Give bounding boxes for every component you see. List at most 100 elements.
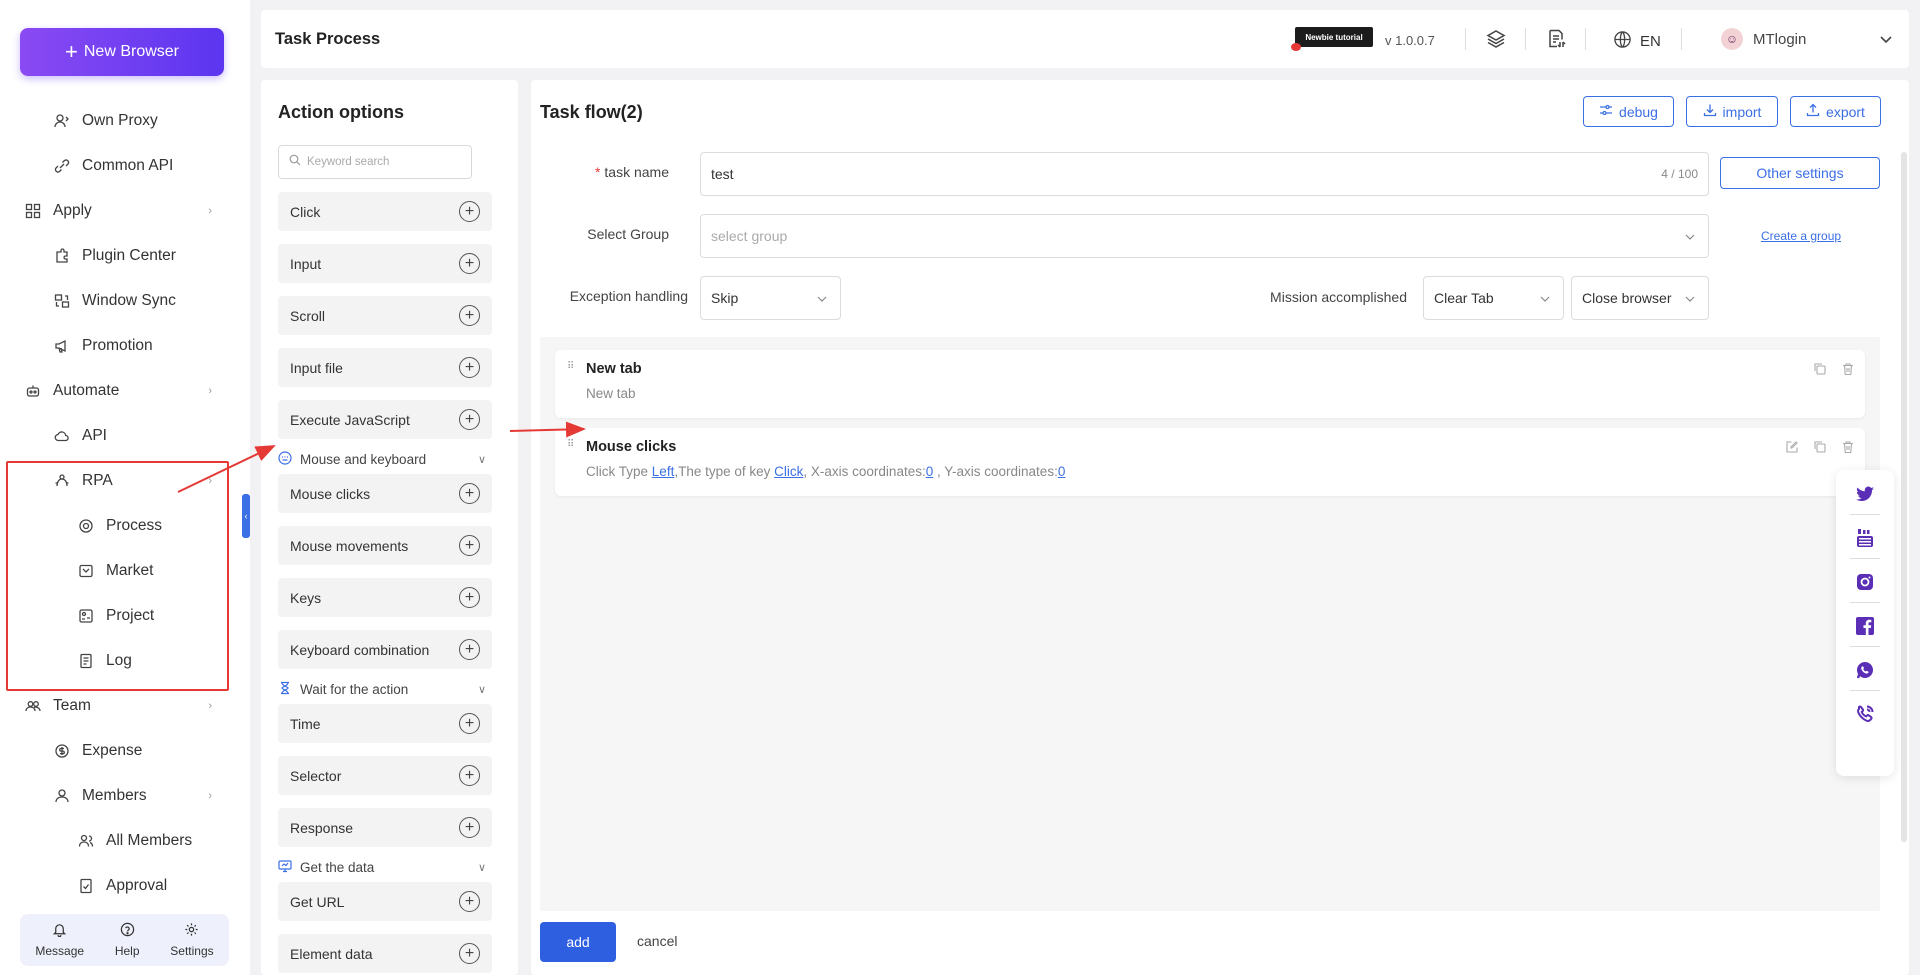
import-button[interactable]: import xyxy=(1686,96,1778,127)
x-axis-link[interactable]: 0 xyxy=(926,464,934,479)
edit-icon[interactable] xyxy=(1785,440,1799,459)
action-click[interactable]: Click + xyxy=(278,192,492,231)
flow-step-card[interactable]: ⠿ Mouse clicks Click Type Left,The type … xyxy=(555,428,1865,496)
debug-button[interactable]: debug xyxy=(1583,96,1674,127)
add-circle-icon[interactable]: + xyxy=(459,587,480,608)
y-axis-link[interactable]: 0 xyxy=(1058,464,1066,479)
sidebar-item-project[interactable]: Project xyxy=(0,593,250,638)
add-circle-icon[interactable]: + xyxy=(459,483,480,504)
add-circle-icon[interactable]: + xyxy=(459,253,480,274)
search-input[interactable] xyxy=(307,156,467,168)
copy-icon[interactable] xyxy=(1813,362,1827,381)
mission-close-browser-select[interactable]: Close browser xyxy=(1571,276,1709,320)
exception-handling-select[interactable]: Skip xyxy=(700,276,841,320)
sidebar-item-approval[interactable]: Approval xyxy=(0,863,250,908)
cancel-button[interactable]: cancel xyxy=(637,933,677,949)
phone-icon[interactable] xyxy=(1853,702,1877,726)
action-response[interactable]: Response + xyxy=(278,808,492,847)
instagram-icon[interactable] xyxy=(1853,570,1877,594)
settings-button[interactable]: Settings xyxy=(170,922,214,958)
add-circle-icon[interactable]: + xyxy=(459,765,480,786)
add-circle-icon[interactable]: + xyxy=(459,713,480,734)
add-circle-icon[interactable]: + xyxy=(459,891,480,912)
action-selector[interactable]: Selector + xyxy=(278,756,492,795)
new-browser-button[interactable]: + New Browser xyxy=(20,28,224,76)
action-get-url[interactable]: Get URL + xyxy=(278,882,492,921)
action-input-file[interactable]: Input file + xyxy=(278,348,492,387)
action-keys[interactable]: Keys + xyxy=(278,578,492,617)
youtube-icon[interactable] xyxy=(1853,526,1877,550)
task-name-input[interactable]: test 4 / 100 xyxy=(700,152,1709,196)
click-type-link[interactable]: Left xyxy=(652,464,675,479)
bell-icon xyxy=(52,922,67,940)
add-button[interactable]: add xyxy=(540,922,616,962)
layers-icon[interactable] xyxy=(1485,28,1507,50)
add-circle-icon[interactable]: + xyxy=(459,409,480,430)
sidebar-item-api[interactable]: API xyxy=(0,413,250,458)
message-button[interactable]: Message xyxy=(35,922,84,958)
facebook-icon[interactable] xyxy=(1853,614,1877,638)
sidebar-item-apply[interactable]: Apply › xyxy=(0,188,250,233)
action-time[interactable]: Time + xyxy=(278,704,492,743)
select-group-dropdown[interactable]: select group xyxy=(700,214,1709,258)
scrollbar[interactable] xyxy=(1901,152,1907,842)
language-selector[interactable]: EN xyxy=(1613,30,1661,53)
add-circle-icon[interactable]: + xyxy=(459,305,480,326)
keyword-search[interactable] xyxy=(278,145,472,179)
chevron-down-icon: ∨ xyxy=(477,861,486,874)
flow-step-card[interactable]: ⠿ New tab New tab xyxy=(555,350,1865,418)
sidebar-item-members[interactable]: Members › xyxy=(0,773,250,818)
export-button[interactable]: export xyxy=(1790,96,1881,127)
section-mouse-and-keyboard[interactable]: Mouse and keyboard ∨ xyxy=(278,448,492,470)
user-menu[interactable]: ☺ MTlogin xyxy=(1721,28,1806,50)
trash-icon[interactable] xyxy=(1841,362,1855,381)
other-settings-button[interactable]: Other settings xyxy=(1720,157,1880,189)
chevron-down-icon xyxy=(816,292,828,304)
sidebar-item-common-api[interactable]: Common API xyxy=(0,143,250,188)
action-scroll[interactable]: Scroll + xyxy=(278,296,492,335)
action-mouse-movements[interactable]: Mouse movements + xyxy=(278,526,492,565)
whatsapp-icon[interactable] xyxy=(1853,658,1877,682)
action-execute-javascript[interactable]: Execute JavaScript + xyxy=(278,400,492,439)
action-input[interactable]: Input + xyxy=(278,244,492,283)
add-circle-icon[interactable]: + xyxy=(459,357,480,378)
sidebar-item-own-proxy[interactable]: Own Proxy xyxy=(0,98,250,143)
action-keyboard-combination[interactable]: Keyboard combination + xyxy=(278,630,492,669)
help-button[interactable]: Help xyxy=(115,922,140,958)
section-label: Mouse and keyboard xyxy=(300,451,427,467)
sidebar-item-team[interactable]: Team › xyxy=(0,683,250,728)
document-sync-icon[interactable] xyxy=(1545,28,1567,50)
section-get-the-data[interactable]: Get the data ∨ xyxy=(278,856,492,878)
add-circle-icon[interactable]: + xyxy=(459,535,480,556)
sidebar-item-promotion[interactable]: Promotion xyxy=(0,323,250,368)
sidebar-item-rpa[interactable]: RPA › xyxy=(0,458,250,503)
sidebar-item-log[interactable]: Log xyxy=(0,638,250,683)
chevron-down-icon[interactable] xyxy=(1879,32,1893,46)
newbie-tutorial-button[interactable]: Newbie tutorial xyxy=(1295,27,1373,47)
add-circle-icon[interactable]: + xyxy=(459,817,480,838)
sidebar-item-expense[interactable]: Expense xyxy=(0,728,250,773)
sidebar-item-process[interactable]: Process xyxy=(0,503,250,548)
add-circle-icon[interactable]: + xyxy=(459,201,480,222)
sidebar-item-all-members[interactable]: All Members xyxy=(0,818,250,863)
sidebar-item-plugin-center[interactable]: Plugin Center xyxy=(0,233,250,278)
sidebar-collapse-handle[interactable]: ‹ xyxy=(242,494,250,538)
add-circle-icon[interactable]: + xyxy=(459,943,480,964)
sync-windows-icon xyxy=(54,293,70,309)
action-mouse-clicks[interactable]: Mouse clicks + xyxy=(278,474,492,513)
sidebar-item-window-sync[interactable]: Window Sync xyxy=(0,278,250,323)
create-group-link[interactable]: Create a group xyxy=(1761,229,1841,243)
sidebar-item-automate[interactable]: Automate › xyxy=(0,368,250,413)
key-type-link[interactable]: Click xyxy=(774,464,803,479)
action-element-data[interactable]: Element data + xyxy=(278,934,492,973)
section-wait-for-the-action[interactable]: Wait for the action ∨ xyxy=(278,678,492,700)
copy-icon[interactable] xyxy=(1813,440,1827,459)
sidebar-item-market[interactable]: Market xyxy=(0,548,250,593)
drag-handle-icon[interactable]: ⠿ xyxy=(567,362,575,376)
drag-handle-icon[interactable]: ⠿ xyxy=(567,440,575,454)
mission-clear-tab-select[interactable]: Clear Tab xyxy=(1423,276,1564,320)
twitter-icon[interactable] xyxy=(1853,482,1877,506)
social-links-bar xyxy=(1836,470,1894,776)
trash-icon[interactable] xyxy=(1841,440,1855,459)
add-circle-icon[interactable]: + xyxy=(459,639,480,660)
